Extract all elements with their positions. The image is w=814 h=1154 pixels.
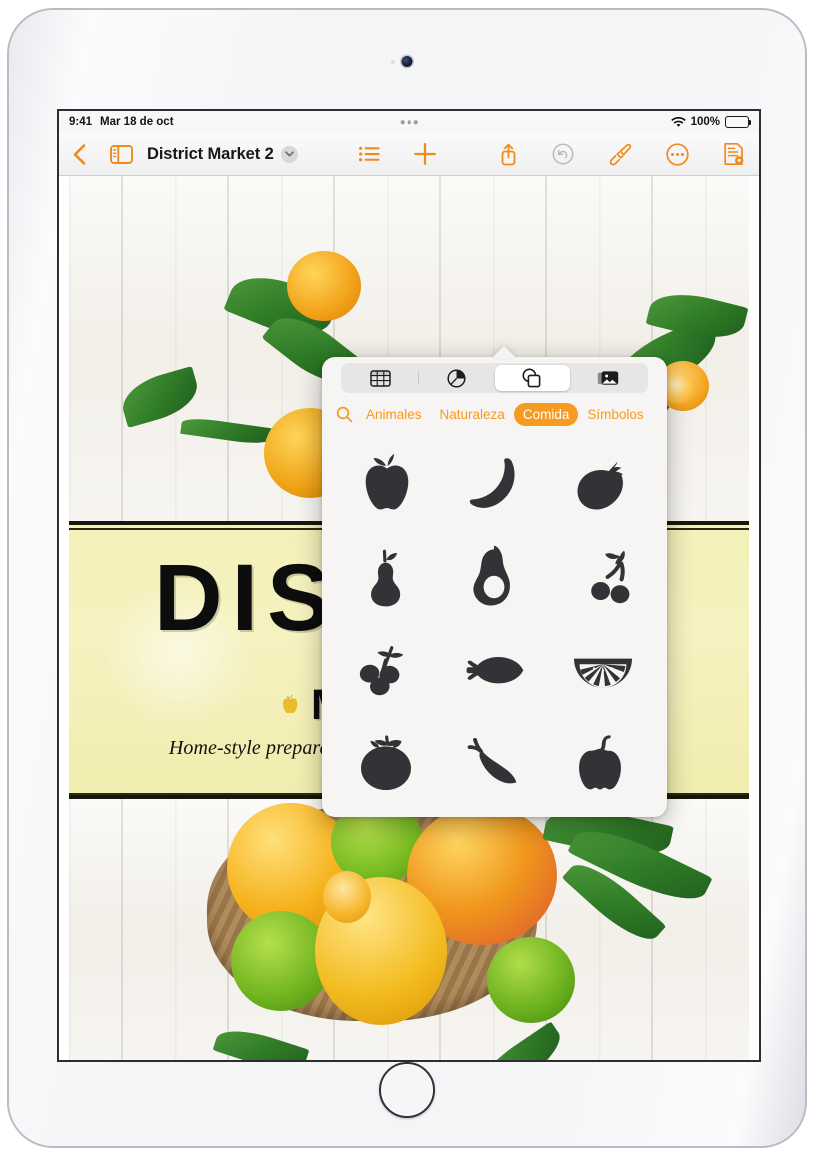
category-simbolos[interactable]: Símbolos (578, 403, 652, 426)
search-icon[interactable] (336, 406, 353, 423)
ellipsis-circle-icon (666, 142, 689, 166)
category-naturaleza[interactable]: Naturaleza (431, 403, 514, 426)
media-photos-icon (597, 370, 619, 385)
document-canvas[interactable]: DISTRICT MARKET (59, 176, 759, 1060)
view-options-button[interactable] (723, 142, 745, 166)
format-list-icon (359, 146, 380, 162)
apple-decoration-icon (283, 693, 298, 713)
shape-tomato[interactable] (332, 716, 440, 809)
shape-citrus-slice[interactable] (549, 623, 657, 716)
popover-segmented-wrap (322, 357, 667, 393)
share-icon (501, 143, 516, 165)
format-brush-button[interactable] (608, 143, 632, 166)
undo-icon (552, 143, 574, 165)
sidebar-toggle-button[interactable] (110, 144, 133, 164)
document-view-options-icon (724, 142, 744, 166)
shape-banana[interactable] (440, 436, 548, 529)
chevron-down-icon (284, 151, 294, 157)
shape-apple[interactable] (332, 436, 440, 529)
undo-button[interactable] (552, 143, 574, 165)
tab-chart[interactable] (419, 365, 495, 391)
shape-strawberry[interactable] (549, 436, 657, 529)
insert-button[interactable] (413, 142, 437, 166)
front-camera (401, 56, 413, 67)
shape-grid[interactable] (322, 434, 667, 817)
chevron-left-icon (73, 143, 86, 165)
pie-chart-icon (447, 368, 466, 388)
document-title-menu-button[interactable] (280, 145, 298, 163)
shape-category-row[interactable]: Animales Naturaleza Comida Símbolos (322, 393, 667, 434)
app-toolbar: District Market 2 (59, 133, 759, 176)
share-button[interactable] (499, 143, 518, 166)
status-date: Mar 18 de oct (100, 116, 174, 128)
document-title[interactable]: District Market 2 (147, 145, 274, 164)
shape-bell-pepper[interactable] (549, 716, 657, 809)
shape-cherries[interactable] (549, 529, 657, 622)
plus-icon (414, 143, 437, 165)
wifi-icon (670, 116, 686, 127)
popover-arrow (492, 346, 516, 358)
ipad-screen: 9:41 Mar 18 de oct 100% District Market … (57, 109, 761, 1062)
shape-chili-pepper[interactable] (440, 716, 548, 809)
status-bar-left: 9:41 Mar 18 de oct (69, 116, 174, 128)
battery-icon (725, 116, 752, 128)
tab-shapes[interactable] (494, 365, 571, 391)
more-options-button[interactable] (666, 142, 689, 166)
table-icon (370, 369, 392, 387)
shapes-icon (522, 368, 541, 388)
insert-popover[interactable]: Animales Naturaleza Comida Símbolos (322, 357, 667, 817)
ambient-light-sensor (391, 60, 395, 64)
home-button[interactable] (379, 1062, 435, 1118)
back-button[interactable] (73, 143, 86, 165)
ipad-device-frame: 9:41 Mar 18 de oct 100% District Market … (7, 8, 807, 1148)
tab-table[interactable] (343, 365, 419, 391)
shape-pear[interactable] (332, 529, 440, 622)
insert-type-segmented-control[interactable] (341, 363, 648, 393)
format-list-button[interactable] (359, 146, 380, 162)
shape-avocado[interactable] (440, 529, 548, 622)
paintbrush-icon (609, 143, 632, 165)
shape-lemon[interactable] (440, 623, 548, 716)
category-animales[interactable]: Animales (357, 403, 431, 426)
document-sidebar-icon (110, 144, 133, 164)
status-time: 9:41 (69, 116, 93, 128)
status-bar: 9:41 Mar 18 de oct 100% (59, 111, 759, 133)
shape-grapes[interactable] (332, 623, 440, 716)
battery-percent-label: 100% (690, 116, 720, 128)
basket-of-citrus-photo[interactable] (69, 799, 749, 1060)
multitask-dots-icon[interactable] (400, 120, 418, 124)
tab-media[interactable] (570, 365, 646, 391)
category-comida[interactable]: Comida (513, 403, 579, 426)
status-bar-right: 100% (670, 116, 752, 128)
